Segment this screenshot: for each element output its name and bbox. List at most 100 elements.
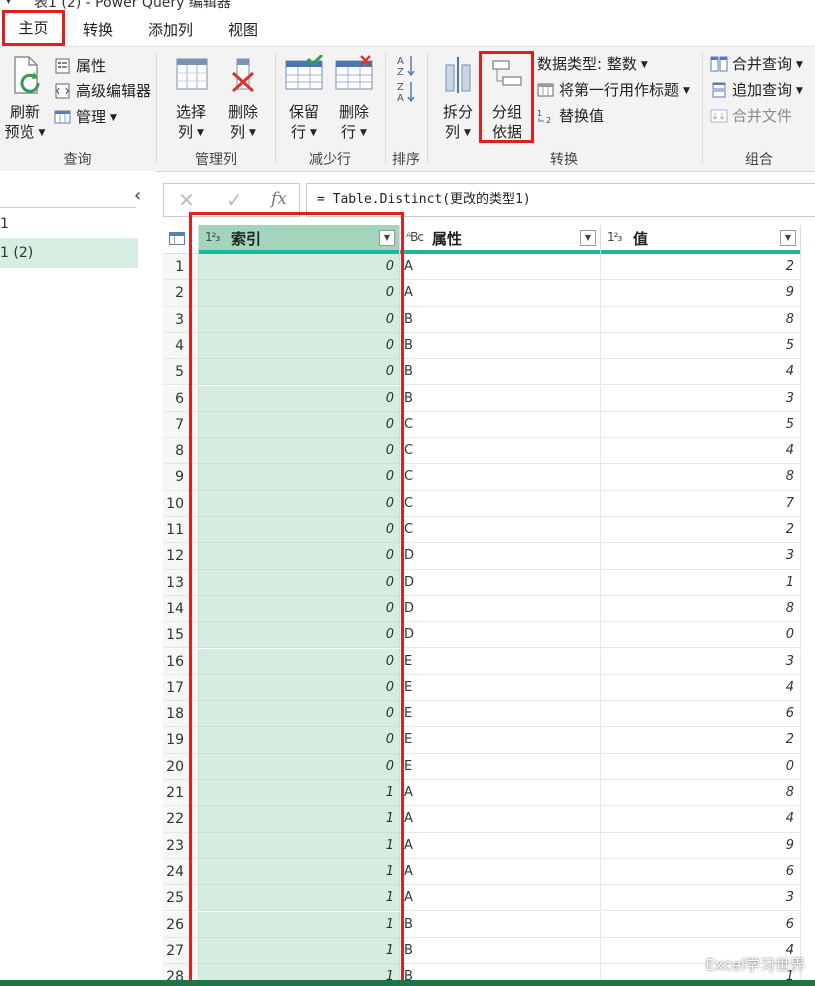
cell-value[interactable]: 0 — [601, 622, 801, 649]
cell-attribute[interactable]: A — [400, 858, 601, 886]
column-header-attribute[interactable]: ᴬBc 属性 ▼ — [400, 225, 601, 254]
cell-attribute[interactable]: D — [400, 595, 601, 623]
append-queries-button[interactable]: 追加查询 ▼ — [710, 79, 803, 101]
cell-value[interactable]: 4 — [601, 806, 801, 833]
cell-value[interactable]: 8 — [601, 306, 801, 333]
sort-ascending-button[interactable]: A Z — [396, 53, 416, 79]
cell-value[interactable]: 4 — [601, 359, 801, 386]
cell-value[interactable]: 5 — [601, 411, 801, 439]
keep-rows-label-1: 保留 — [288, 103, 319, 121]
cell-attribute[interactable]: E — [400, 674, 601, 702]
cell-attribute[interactable]: B — [400, 385, 601, 412]
cell-attribute[interactable]: C — [400, 411, 601, 439]
cell-attribute[interactable]: A — [400, 280, 601, 307]
whole-number-type-icon[interactable]: 1²₃ — [607, 230, 622, 244]
cell-value[interactable]: 6 — [601, 858, 801, 886]
quick-access-chevron-icon[interactable]: ▾ — [6, 0, 11, 7]
cell-value[interactable]: 6 — [601, 701, 801, 728]
filter-chevron-down-icon[interactable]: ▼ — [580, 230, 596, 246]
cell-value[interactable]: 8 — [601, 780, 801, 807]
refresh-icon — [14, 56, 40, 94]
append-queries-icon — [712, 82, 726, 98]
cell-attribute[interactable]: C — [400, 438, 601, 465]
cell-attribute[interactable]: A — [400, 780, 601, 807]
tab-view[interactable]: 视图 — [228, 10, 258, 46]
cell-value[interactable]: 8 — [601, 595, 801, 623]
cell-value[interactable]: 8 — [601, 464, 801, 491]
cell-attribute[interactable]: B — [400, 964, 601, 980]
cell-value[interactable]: 2 — [601, 517, 801, 544]
cell-value[interactable]: 4 — [601, 438, 801, 465]
data-type-dropdown[interactable]: 数据类型: 整数 ▼ — [537, 53, 648, 75]
first-row-header-label: 将第一行用作标题 — [559, 81, 680, 99]
replace-values-button[interactable]: 1 2 替换值 — [537, 105, 604, 127]
cell-attribute[interactable]: C — [400, 490, 601, 517]
cancel-formula-icon[interactable]: ✕ — [178, 188, 195, 212]
query-item[interactable]: 1 — [0, 209, 138, 239]
sort-descending-button[interactable]: Z A — [396, 79, 416, 105]
cell-attribute[interactable]: E — [400, 701, 601, 728]
insert-function-icon[interactable]: fx — [271, 189, 287, 209]
combine-files-button[interactable]: 合并文件 — [710, 105, 792, 127]
filter-chevron-down-icon[interactable]: ▼ — [780, 230, 796, 246]
chevron-down-icon: ▼ — [796, 60, 803, 70]
cell-attribute[interactable]: B — [400, 332, 601, 360]
keep-rows-button[interactable]: 保留 行 ▼ — [281, 53, 327, 143]
refresh-preview-button[interactable]: 刷新 预览 ▼ — [2, 55, 48, 143]
text-type-icon[interactable]: ᴬBc — [406, 230, 424, 244]
cell-value[interactable]: 3 — [601, 543, 801, 570]
cell-value[interactable]: 5 — [601, 332, 801, 360]
cell-attribute[interactable]: E — [400, 648, 601, 675]
cell-value[interactable]: 9 — [601, 832, 801, 859]
cell-attribute[interactable]: A — [400, 885, 601, 912]
tab-add-column[interactable]: 添加列 — [148, 10, 193, 46]
chevron-down-icon: ▼ — [464, 128, 471, 138]
commit-formula-icon[interactable]: ✓ — [226, 188, 243, 212]
cell-value[interactable]: 1 — [601, 569, 801, 596]
remove-rows-button[interactable]: 删除 行 ▼ — [331, 55, 377, 143]
remove-columns-button[interactable]: 删除 列 ▼ — [220, 55, 266, 143]
cell-attribute[interactable]: B — [400, 937, 601, 965]
advanced-editor-button[interactable]: 高级编辑器 — [54, 80, 151, 102]
chevron-down-icon: ▼ — [640, 60, 648, 70]
chevron-down-icon: ▼ — [796, 86, 803, 96]
cell-attribute[interactable]: B — [400, 911, 601, 938]
collapse-pane-chevron-left-icon[interactable]: ‹ — [134, 185, 141, 206]
cell-value[interactable]: 3 — [601, 648, 801, 675]
divider — [385, 53, 386, 163]
cell-value[interactable]: 2 — [601, 727, 801, 754]
cell-value[interactable]: 9 — [601, 280, 801, 307]
cell-attribute[interactable]: C — [400, 517, 601, 544]
replace-values-label: 替换值 — [559, 107, 605, 125]
cell-value[interactable]: 3 — [601, 385, 801, 412]
svg-text:2: 2 — [546, 116, 551, 124]
tab-home[interactable]: 主页 — [2, 10, 65, 46]
choose-columns-button[interactable]: 选择 列 ▼ — [168, 55, 214, 143]
cell-attribute[interactable]: C — [400, 464, 601, 491]
cell-attribute[interactable]: A — [400, 806, 601, 833]
tab-transform[interactable]: 转换 — [83, 10, 113, 46]
merge-queries-button[interactable]: 合并查询 ▼ — [710, 53, 803, 75]
cell-attribute[interactable]: A — [400, 832, 601, 859]
cell-attribute[interactable]: B — [400, 306, 601, 333]
cell-attribute[interactable]: E — [400, 727, 601, 754]
column-header-value[interactable]: 1²₃ 值 ▼ — [601, 225, 801, 254]
divider — [702, 53, 703, 163]
cell-value[interactable]: 4 — [601, 674, 801, 702]
cell-attribute[interactable]: B — [400, 359, 601, 386]
split-column-button[interactable]: 拆分 列 ▼ — [435, 55, 481, 143]
cell-value[interactable]: 2 — [601, 254, 801, 281]
cell-attribute[interactable]: D — [400, 622, 601, 649]
cell-value[interactable]: 7 — [601, 490, 801, 517]
cell-attribute[interactable]: D — [400, 569, 601, 596]
cell-value[interactable]: 0 — [601, 753, 801, 780]
cell-attribute[interactable]: E — [400, 753, 601, 780]
manage-button[interactable]: 管理 ▼ — [54, 106, 117, 128]
use-first-row-as-headers-button[interactable]: 将第一行用作标题 ▼ — [537, 79, 690, 101]
cell-attribute[interactable]: A — [400, 254, 601, 281]
cell-value[interactable]: 3 — [601, 885, 801, 912]
properties-button[interactable]: 属性 — [54, 55, 106, 77]
cell-value[interactable]: 6 — [601, 911, 801, 938]
cell-attribute[interactable]: D — [400, 543, 601, 570]
query-item-selected[interactable]: 1 (2) — [0, 238, 138, 268]
